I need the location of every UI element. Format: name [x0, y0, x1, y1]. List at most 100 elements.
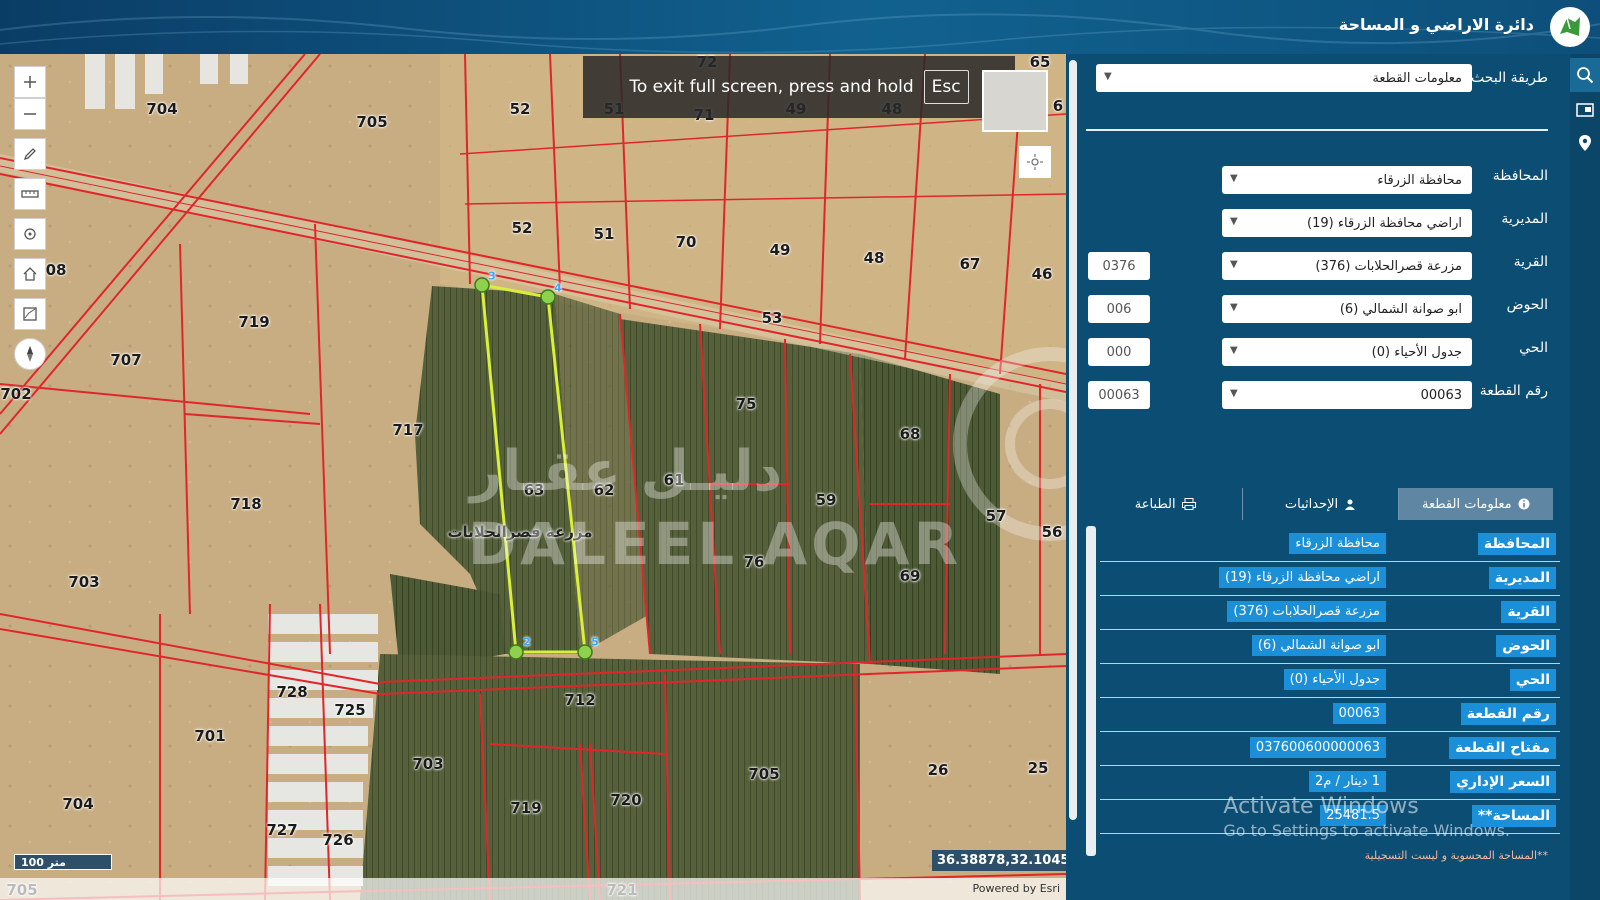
lot-number: 701: [194, 727, 226, 745]
lot-number: 719: [510, 799, 542, 817]
side-icon-strip: [1570, 54, 1600, 900]
parcel-number-label: رقم القطعة: [1479, 383, 1548, 399]
pencil-icon: [23, 148, 36, 161]
vertex-label: 5: [591, 635, 599, 649]
table-row: مفتاح القطعة 037600600000063: [1100, 732, 1560, 766]
info-key: المديرية: [1488, 567, 1556, 589]
tab-coordinates[interactable]: الإحداثيات: [1242, 488, 1397, 520]
basin-code-input[interactable]: 006: [1088, 295, 1150, 323]
scale-bar: 100 متر: [14, 854, 112, 870]
vertex-label: 3: [488, 269, 496, 283]
info-value: 037600600000063: [1249, 737, 1386, 758]
fullscreen-exit-toast: To exit full screen, press and hold Esc: [583, 56, 1015, 118]
cursor-coordinates: 36.38878,32.10458: [932, 850, 1066, 871]
info-value: 00063: [1332, 703, 1386, 724]
governorate-select[interactable]: محافظة الزرقاء ▼: [1222, 166, 1472, 194]
lot-number: 52: [511, 219, 533, 237]
lot-number: 68: [899, 425, 921, 443]
image-layer-icon: [23, 307, 37, 321]
search-tab-button[interactable]: [1570, 58, 1600, 92]
location-pin-icon: [1579, 135, 1591, 151]
lot-number: 705: [356, 113, 388, 131]
tab-parcel-info[interactable]: معلومات القطعة: [1397, 488, 1553, 520]
info-key: القرية: [1501, 601, 1556, 623]
tab-label: الإحداثيات: [1284, 496, 1339, 512]
compass-button[interactable]: [14, 338, 46, 370]
overview-minimap[interactable]: [982, 70, 1048, 132]
activation-title: Activate Windows: [1223, 794, 1419, 819]
lot-number: 719: [238, 313, 270, 331]
lot-number: 704: [62, 795, 94, 813]
printer-icon: [1181, 498, 1196, 510]
search-method-value: معلومات القطعة: [1372, 70, 1462, 86]
lot-number: 726: [322, 831, 354, 849]
lot-number: 53: [761, 309, 783, 327]
lot-number: 59: [815, 491, 837, 509]
governorate-label: المحافظة: [1492, 168, 1548, 184]
esc-key-badge: Esc: [923, 70, 969, 104]
lot-number: 52: [509, 100, 531, 118]
info-value: ابو صوانة الشمالي (6): [1251, 635, 1386, 656]
scrollbar-thumb[interactable]: [1069, 60, 1077, 820]
lot-number: 48: [863, 249, 885, 267]
neighborhood-select[interactable]: جدول الأحياء (0) ▼: [1222, 338, 1472, 366]
info-key: رقم القطعة: [1460, 703, 1556, 725]
neighborhood-value: جدول الأحياء (0): [1371, 344, 1462, 360]
village-code-input[interactable]: 0376: [1088, 252, 1150, 280]
parcel-number-value: 00063: [1420, 387, 1462, 403]
directorate-label: المديرية: [1501, 211, 1548, 227]
info-value: اراضي محافظة الزرقاء (19): [1219, 567, 1386, 588]
folder-icon: [1576, 103, 1594, 117]
layers-tab-button[interactable]: [1570, 92, 1600, 126]
lot-number: 703: [68, 573, 100, 591]
neighborhood-code-input[interactable]: 000: [1088, 338, 1150, 366]
watermark-english: DALEEL AQAR: [468, 510, 963, 578]
location-tab-button[interactable]: [1570, 126, 1600, 160]
vertex-label: 4: [554, 281, 562, 295]
activation-watermark: Activate Windows Go to Settings to activ…: [1223, 794, 1510, 840]
lot-number: 702: [0, 385, 32, 403]
app-title: دائرة الاراضي و المساحة: [1338, 15, 1534, 34]
parcel-code-input[interactable]: 00063: [1088, 381, 1150, 409]
lot-number: 25: [1027, 759, 1049, 777]
info-tabs: معلومات القطعة الإحداثيات الطباعة: [1088, 488, 1553, 520]
lot-number: 728: [276, 683, 308, 701]
toast-message: To exit full screen, press and hold: [629, 77, 914, 97]
measure-button[interactable]: [14, 178, 46, 210]
lot-number: 725: [334, 701, 366, 719]
chevron-down-icon: ▼: [1230, 173, 1238, 184]
home-button[interactable]: [14, 258, 46, 290]
search-panel: طريقة البحث معلومات القطعة ▼ المحافظة مح…: [1080, 54, 1570, 900]
daylight-button[interactable]: [1019, 146, 1051, 178]
zoom-in-button[interactable]: [14, 66, 46, 98]
parcel-number-select[interactable]: 00063 ▼: [1222, 381, 1472, 409]
locate-button[interactable]: [14, 218, 46, 250]
basin-select[interactable]: ابو صوانة الشمالي (6) ▼: [1222, 295, 1472, 323]
lot-number: 704: [146, 100, 178, 118]
zoom-out-button[interactable]: [14, 98, 46, 130]
chevron-down-icon: ▼: [1230, 345, 1238, 356]
tab-print[interactable]: الطباعة: [1088, 488, 1242, 520]
logo-icon: [1550, 7, 1590, 47]
lot-number: 26: [927, 761, 949, 779]
lot-number: 46: [1031, 265, 1053, 283]
table-row: الحوض ابو صوانة الشمالي (6): [1100, 630, 1560, 664]
info-scrollbar[interactable]: [1086, 526, 1096, 856]
tab-label: معلومات القطعة: [1422, 496, 1512, 512]
map-view[interactable]: 3 4 2 5 72 65 6 704 705 52 51 71 49 48 5…: [0, 54, 1066, 900]
search-method-select[interactable]: معلومات القطعة ▼: [1096, 64, 1472, 92]
chevron-down-icon: ▼: [1104, 71, 1112, 82]
directorate-select[interactable]: اراضي محافظة الزرقاء (19) ▼: [1222, 209, 1472, 237]
governorate-value: محافظة الزرقاء: [1377, 172, 1462, 188]
search-method-label: طريقة البحث: [1471, 70, 1548, 86]
layer-button[interactable]: [14, 298, 46, 330]
info-key: السعر الإداري: [1450, 771, 1556, 793]
compass-icon: [27, 346, 33, 362]
directorate-value: اراضي محافظة الزرقاء (19): [1307, 215, 1462, 231]
chevron-down-icon: ▼: [1230, 259, 1238, 270]
table-row: القرية مزرعة قصرالحلابات (376): [1100, 596, 1560, 630]
lot-number: 57: [985, 507, 1007, 525]
village-label-field: القرية: [1513, 254, 1548, 270]
village-select[interactable]: مزرعة قصرالحلابات (376) ▼: [1222, 252, 1472, 280]
draw-pencil-button[interactable]: [14, 138, 46, 170]
